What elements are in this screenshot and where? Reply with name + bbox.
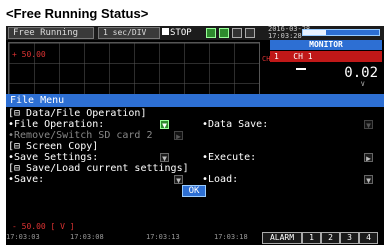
alarm-indicator-row: ALARM 1 2 3 4 [262, 232, 378, 244]
monitor-channel-row[interactable]: 1 CH 1 [270, 51, 382, 62]
time-tick: 17:03:18 [214, 233, 248, 241]
file-operation-label: •File Operation: [8, 119, 105, 130]
graph-bottom-scale: - 50.00 [ V ] [12, 222, 75, 231]
file-menu-dialog: File Menu [⊟ Data/File Operation] •File … [6, 94, 384, 218]
alarm-cell-2: 2 [321, 232, 340, 244]
sampling-rate-indicator[interactable]: 1 sec/DIV [98, 27, 160, 39]
status-bar: Free Running 1 sec/DIV STOP 2016-03-28 1… [6, 26, 384, 40]
save-dropdown[interactable]: ▼ [174, 175, 183, 185]
time-axis: 17:03:03 17:03:08 17:03:13 17:03:18 [6, 233, 266, 243]
remove-sd-arrow-icon: ▶ [174, 131, 183, 141]
alarm-cell-3: 3 [340, 232, 359, 244]
remove-sd-card-item[interactable]: •Remove/Switch SD card 2 [8, 130, 153, 141]
data-save-dropdown[interactable]: ▼ [364, 120, 373, 130]
memory-level-fill [303, 30, 326, 35]
time-tick: 17:03:03 [6, 233, 40, 241]
data-save-label: •Data Save: [202, 119, 269, 130]
save-label: •Save: [8, 174, 45, 185]
memory-level-bar [302, 29, 380, 36]
save-settings-label: •Save Settings: [8, 152, 99, 163]
sd-card-icon [206, 28, 216, 38]
alarm-cell-1: 1 [302, 232, 321, 244]
monitor-unit: V [361, 81, 365, 88]
load-dropdown[interactable]: ▼ [364, 175, 373, 185]
section-save-load-settings: [⊟ Save/Load current settings] [8, 163, 189, 174]
monitor-title: MONITOR [270, 40, 382, 50]
usb-icon [219, 28, 229, 38]
alarm-cell-4: 4 [359, 232, 378, 244]
monitor-value: 0.02 [344, 65, 378, 81]
load-label: •Load: [202, 174, 239, 185]
execute-label: •Execute: [202, 152, 257, 163]
run-state: STOP [162, 27, 202, 39]
channel-label: CH 1 [293, 52, 313, 61]
page-caption: <Free Running Status> [6, 6, 149, 21]
channel-number: 1 [274, 52, 279, 61]
time-tick: 17:03:08 [70, 233, 104, 241]
graph-top-scale: + 50.00 [12, 50, 46, 59]
logger-screen: Free Running 1 sec/DIV STOP 2016-03-28 1… [6, 26, 384, 245]
stop-icon [162, 28, 169, 35]
alarm-label: ALARM [262, 232, 302, 244]
ok-button[interactable]: OK [182, 185, 206, 197]
time-tick: 17:03:13 [146, 233, 180, 241]
mode-indicator[interactable]: Free Running [8, 27, 94, 39]
section-data-file-operation: [⊟ Data/File Operation] [8, 108, 147, 119]
lock-icon [245, 28, 255, 38]
section-screen-copy: [⊟ Screen Copy] [8, 141, 99, 152]
memory-icon [232, 28, 242, 38]
save-settings-dropdown[interactable]: ▼ [160, 153, 169, 163]
file-operation-dropdown[interactable]: ▼ [160, 120, 169, 130]
run-state-label: STOP [170, 28, 192, 38]
execute-button[interactable]: ▶ [364, 153, 373, 163]
file-menu-title: File Menu [6, 95, 384, 107]
